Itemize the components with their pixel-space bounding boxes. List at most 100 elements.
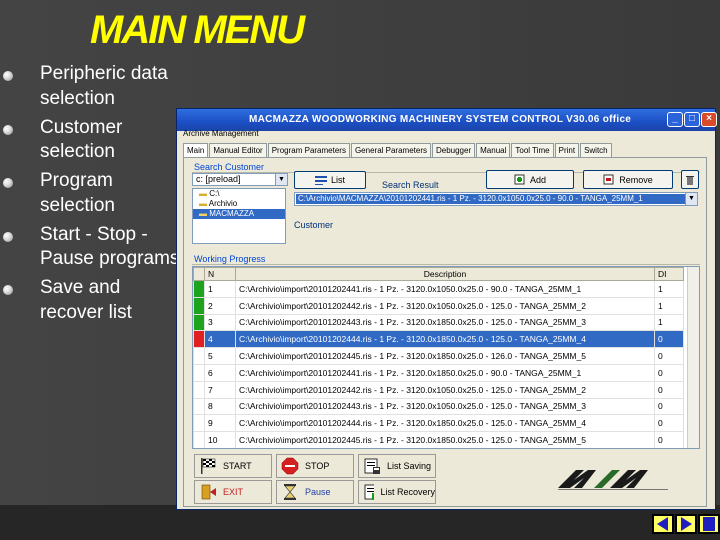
table-row[interactable]: 5 C:\Archivio\import\20101202445.ris - 1 …: [193, 347, 684, 365]
logo-icon: [554, 466, 684, 492]
maximize-button[interactable]: □: [684, 112, 700, 127]
exit-button-label: EXIT: [223, 487, 244, 497]
table-row[interactable]: 7 C:\Archivio\import\20101202442.ris - 1 …: [193, 380, 684, 399]
close-button[interactable]: ×: [701, 112, 717, 127]
tab-manual[interactable]: Manual: [476, 143, 511, 157]
pause-button-label: Pause: [305, 487, 331, 497]
pause-button[interactable]: Pause: [276, 480, 354, 504]
list-saving-button-label: List Saving: [387, 461, 432, 471]
program-path-value: C:\Archivio\MACMAZZA\20101202441.ris - 1…: [296, 194, 696, 204]
program-path-select[interactable]: C:\Archivio\MACMAZZA\20101202441.ris - 1…: [294, 192, 698, 206]
row-description: C:\Archivio\import\20101202443.ris - 1 P…: [235, 313, 655, 332]
table-row[interactable]: 3 C:\Archivio\import\20101202443.ris - 1 …: [193, 313, 684, 332]
slide-footer-band: [0, 505, 720, 540]
tab-main[interactable]: Main: [183, 143, 209, 158]
row-status-indicator: [193, 296, 205, 315]
tab-print[interactable]: Print: [554, 143, 580, 157]
row-status-indicator: [193, 313, 205, 332]
row-number: 2: [204, 296, 236, 315]
bullet-text: Program selection: [40, 170, 115, 216]
tab-program-parameters[interactable]: Program Parameters: [267, 143, 350, 157]
column-header-description[interactable]: Description: [235, 267, 655, 281]
tree-item[interactable]: ▬ C:\: [193, 189, 285, 199]
bullet-item: Customer selection: [0, 116, 180, 165]
row-di: 0: [654, 347, 684, 365]
tab-switch[interactable]: Switch: [580, 143, 612, 157]
tree-item[interactable]: ▬ Archivio: [193, 199, 285, 209]
table-row[interactable]: 8 C:\Archivio\import\20101202443.ris - 1 …: [193, 397, 684, 416]
bullet-item: Program selection: [0, 169, 180, 218]
row-di: 1: [654, 313, 684, 332]
row-di: 0: [654, 363, 684, 382]
folder-icon: ▬: [199, 189, 207, 198]
column-header-di[interactable]: DI: [654, 267, 684, 281]
bullet-dot-icon: [3, 178, 13, 188]
drive-select[interactable]: c: [preload] ▼: [192, 173, 288, 186]
row-number: 3: [204, 313, 236, 332]
minimize-button[interactable]: _: [667, 112, 683, 127]
recover-list-icon: [364, 484, 375, 500]
row-di: 0: [654, 431, 684, 448]
table-row[interactable]: 6 C:\Archivio\import\20101202441.ris - 1 …: [193, 363, 684, 382]
start-button-label: START: [223, 461, 252, 471]
remove-button-label: Remove: [619, 174, 653, 185]
row-di: 1: [654, 280, 684, 298]
row-description: C:\Archivio\import\20101202442.ris - 1 P…: [235, 296, 655, 315]
remove-icon: [603, 174, 614, 185]
menu-archive-management[interactable]: Archive Management: [183, 129, 259, 138]
window-titlebar[interactable]: MACMAZZA WOODWORKING MACHINERY SYSTEM CO…: [177, 109, 717, 131]
bullet-item: Start - Stop - Pause programs: [0, 223, 180, 272]
nav-prev-icon: [681, 517, 692, 531]
tab-debugger[interactable]: Debugger: [431, 143, 476, 157]
list-recovery-button[interactable]: List Recovery: [358, 480, 436, 504]
nav-next-button[interactable]: [698, 514, 720, 534]
table-row[interactable]: 2 C:\Archivio\import\20101202442.ris - 1 …: [193, 296, 684, 315]
row-number: 5: [204, 347, 236, 365]
row-status-indicator: [193, 414, 205, 433]
bullet-item: Save and recover list: [0, 276, 180, 325]
grid-scrollbar[interactable]: [687, 267, 699, 448]
add-button-label: Add: [529, 174, 546, 185]
slide-title: MAIN MENU: [90, 8, 305, 52]
row-number: 4: [204, 330, 236, 349]
list-saving-button[interactable]: List Saving: [358, 454, 436, 478]
table-row[interactable]: 1 C:\Archivio\import\20101202441.ris - 1 …: [193, 280, 684, 298]
tree-item-label: C:\: [209, 189, 220, 198]
list-recovery-button-label: List Recovery: [380, 487, 435, 497]
customer-label: Customer: [294, 220, 334, 230]
directory-tree[interactable]: ▬ C:\ ▬ Archivio ▬ MACMAZZA: [192, 188, 286, 244]
table-row[interactable]: 10 C:\Archivio\import\20101202445.ris - 1…: [193, 431, 684, 448]
nav-prev-button[interactable]: [675, 514, 697, 534]
remove-button[interactable]: Remove: [583, 170, 673, 189]
tab-general-parameters[interactable]: General Parameters: [350, 143, 431, 157]
table-row[interactable]: 9 C:\Archivio\import\20101202444.ris - 1 …: [193, 414, 684, 433]
stop-button[interactable]: STOP: [276, 454, 354, 478]
row-number: 7: [204, 380, 236, 399]
row-number: 8: [204, 397, 236, 416]
column-header-n[interactable]: N: [204, 267, 236, 281]
list-button[interactable]: List: [294, 171, 366, 189]
working-progress-grid[interactable]: N Description DI 1 C:\Archivio\import\201…: [192, 266, 700, 449]
add-button[interactable]: Add: [486, 170, 574, 189]
row-status-indicator: [193, 280, 205, 298]
search-customer-label: Search Customer: [194, 162, 265, 172]
delete-button[interactable]: [681, 170, 699, 189]
tab-manual-editor[interactable]: Manual Editor: [209, 143, 267, 157]
tab-strip: Main Manual Editor Program Parameters Ge…: [183, 143, 613, 158]
chevron-down-icon[interactable]: ▼: [685, 193, 697, 205]
tree-item-selected[interactable]: ▬ MACMAZZA: [193, 209, 285, 219]
row-di: 0: [654, 397, 684, 416]
tab-tool-time[interactable]: Tool Time: [511, 143, 554, 157]
start-button[interactable]: START: [194, 454, 272, 478]
chevron-down-icon[interactable]: ▼: [275, 174, 287, 185]
main-tab-panel: Search Customer c: [preload] ▼ List Sear…: [183, 157, 707, 507]
nav-first-icon: [657, 517, 668, 531]
row-status-indicator: [193, 431, 205, 448]
row-status-indicator: [193, 363, 205, 382]
exit-button[interactable]: EXIT: [194, 480, 272, 504]
row-description: C:\Archivio\import\20101202444.ris - 1 P…: [235, 330, 655, 349]
row-description: C:\Archivio\import\20101202441.ris - 1 P…: [235, 280, 655, 298]
row-description: C:\Archivio\import\20101202445.ris - 1 P…: [235, 347, 655, 365]
table-row[interactable]: 4 C:\Archivio\import\20101202444.ris - 1 …: [193, 330, 684, 349]
nav-first-button[interactable]: [652, 514, 674, 534]
